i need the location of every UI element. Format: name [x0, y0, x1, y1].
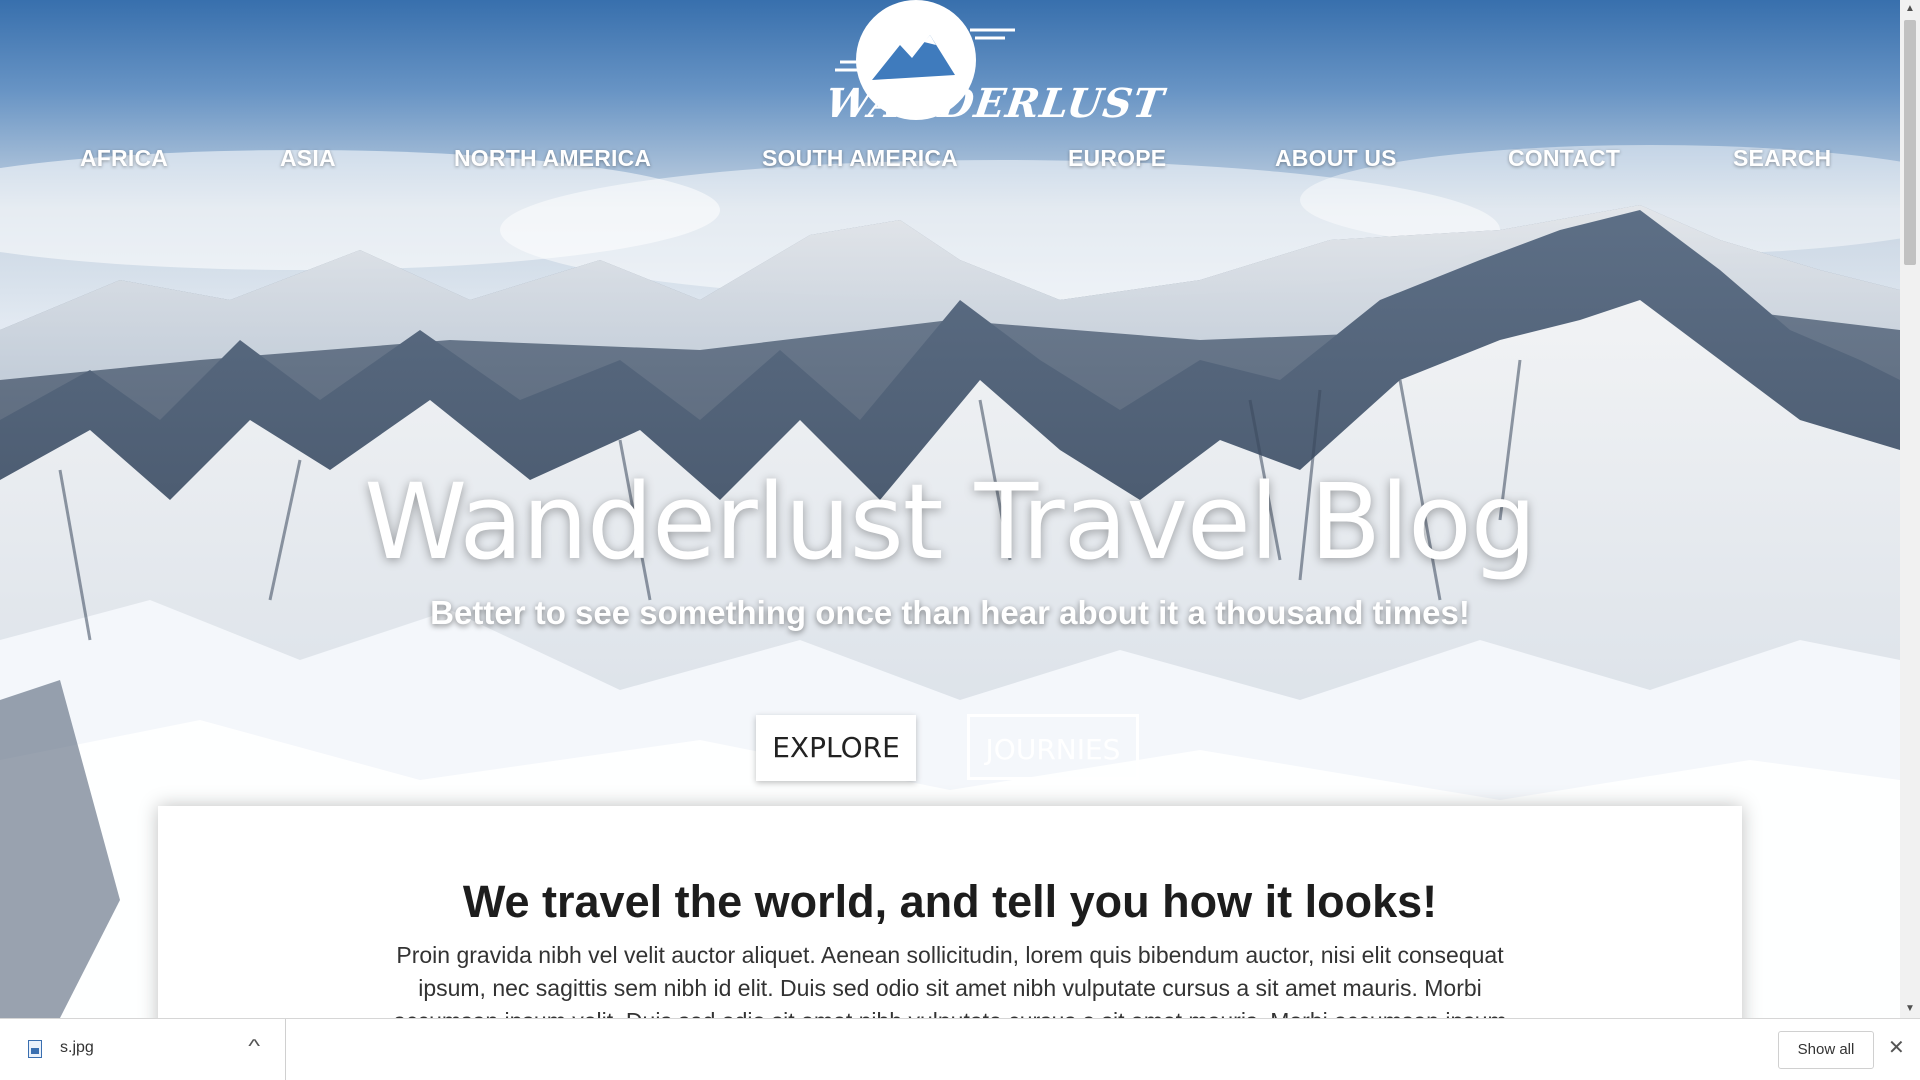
explore-button[interactable]: EXPLORE [756, 715, 916, 781]
scroll-down-arrow-icon[interactable]: ▼ [1900, 1000, 1920, 1018]
nav-item-asia[interactable]: ASIA [280, 145, 336, 172]
nav-item-africa[interactable]: AFRICA [80, 145, 168, 172]
logo-wordmark: WANDERLUST [822, 80, 1168, 127]
nav-item-about-us[interactable]: ABOUT US [1275, 145, 1397, 172]
image-file-icon [28, 1040, 42, 1058]
download-filename: s.jpg [60, 1039, 94, 1056]
vertical-scrollbar[interactable]: ▲ ▼ [1900, 0, 1920, 1018]
scrollbar-thumb[interactable] [1904, 20, 1916, 265]
nav-item-search[interactable]: SEARCH [1733, 145, 1831, 172]
scroll-up-arrow-icon[interactable]: ▲ [1900, 0, 1920, 18]
nav-item-contact[interactable]: CONTACT [1508, 145, 1620, 172]
close-icon[interactable]: ✕ [1888, 1037, 1905, 1059]
hero-title: Wanderlust Travel Blog [364, 461, 1537, 583]
nav-item-europe[interactable]: EUROPE [1068, 145, 1166, 172]
page-viewport: WANDERLUST AFRICA ASIA NORTH AMERICA SOU… [0, 0, 1900, 1018]
hero-background: WANDERLUST AFRICA ASIA NORTH AMERICA SOU… [0, 0, 1900, 1018]
chevron-up-icon[interactable]: ^ [248, 1036, 260, 1057]
intro-paragraph: Proin gravida nibh vel velit auctor aliq… [393, 942, 1506, 1018]
intro-card: We travel the world, and tell you how it… [158, 806, 1742, 1018]
main-navigation: AFRICA ASIA NORTH AMERICA SOUTH AMERICA … [0, 145, 1900, 175]
download-item[interactable]: s.jpg ^ [0, 1019, 286, 1080]
hero-subtitle: Better to see something once than hear a… [430, 594, 1470, 631]
show-all-button[interactable]: Show all [1778, 1031, 1874, 1069]
download-bar: s.jpg ^ Show all ✕ [0, 1018, 1920, 1080]
nav-item-north-america[interactable]: NORTH AMERICA [454, 145, 651, 172]
intro-heading: We travel the world, and tell you how it… [462, 876, 1438, 927]
nav-item-south-america[interactable]: SOUTH AMERICA [762, 145, 958, 172]
journies-button[interactable]: JOURNIES [967, 714, 1139, 780]
